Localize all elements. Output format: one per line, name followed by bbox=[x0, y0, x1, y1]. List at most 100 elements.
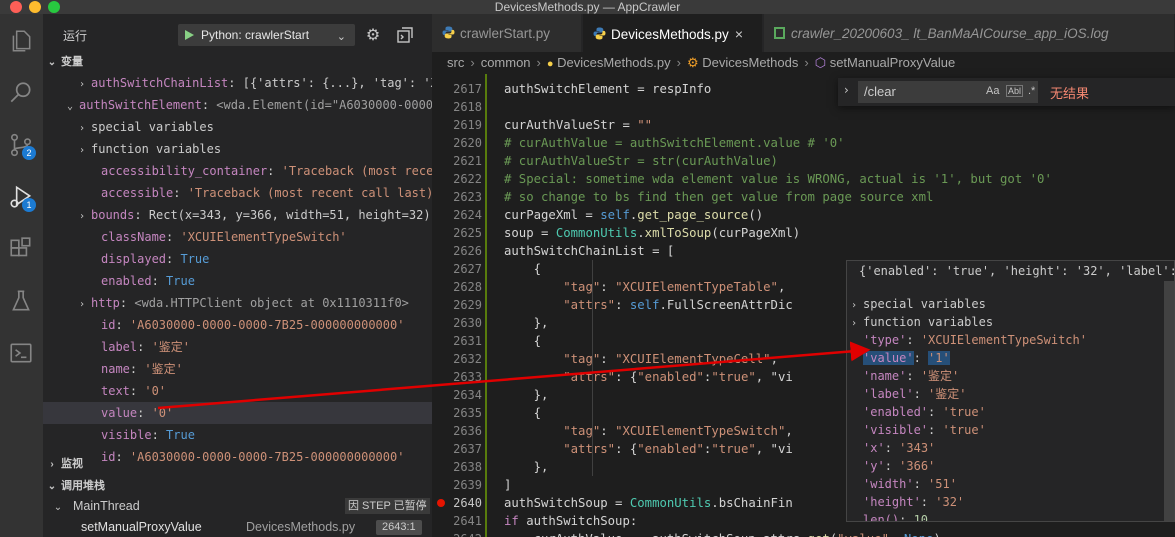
source-control-icon[interactable]: 2 bbox=[6, 130, 36, 160]
search-icon[interactable] bbox=[6, 78, 36, 108]
debug-console-icon[interactable] bbox=[395, 25, 415, 45]
breadcrumb-item[interactable]: DevicesMethods bbox=[702, 55, 798, 70]
launch-config-select[interactable]: Python: crawlerStart ⌄ bbox=[178, 24, 355, 46]
remote-explorer-icon[interactable] bbox=[6, 338, 36, 368]
run-debug-icon[interactable]: 1 bbox=[6, 182, 36, 212]
code-line: "tag": "XCUIElementTypeCell", bbox=[563, 352, 778, 366]
match-whole-word-toggle[interactable]: Abl bbox=[1006, 85, 1024, 97]
variable-name: authSwitchChainList bbox=[91, 76, 229, 90]
variable-row[interactable]: value: '0' bbox=[43, 402, 432, 424]
run-title: 运行 bbox=[63, 29, 88, 43]
variable-row[interactable]: accessibility_container: 'Traceback (mos… bbox=[43, 160, 432, 182]
chevron-right-icon[interactable]: › bbox=[79, 118, 91, 138]
variable-row[interactable]: displayed: True bbox=[43, 248, 432, 270]
hover-variable-row[interactable]: 'value': '1' bbox=[847, 349, 1167, 367]
chevron-right-icon[interactable]: › bbox=[79, 294, 91, 314]
variable-value: True bbox=[180, 252, 210, 266]
hover-variable-row[interactable]: 'y': '366' bbox=[847, 457, 1167, 475]
hover-value: 10 bbox=[913, 513, 929, 522]
chevron-right-icon[interactable]: › bbox=[79, 206, 91, 226]
hover-variable-row[interactable]: › function variables bbox=[847, 313, 1167, 331]
hover-variable-row[interactable]: 'label': '鉴定' bbox=[847, 385, 1167, 403]
variable-row[interactable]: › http: <wda.HTTPClient object at 0x11103… bbox=[43, 292, 432, 314]
hover-value: 'XCUIElementTypeSwitch' bbox=[920, 333, 1087, 347]
hover-separator: : bbox=[928, 423, 943, 437]
variables-section-header[interactable]: ⌄ 变量 bbox=[43, 52, 432, 72]
hover-value: '1' bbox=[928, 351, 950, 365]
source-control-badge: 2 bbox=[22, 146, 36, 160]
variable-row[interactable]: name: '鉴定' bbox=[43, 358, 432, 380]
start-debugging-icon[interactable] bbox=[185, 30, 194, 40]
hover-variable-row[interactable]: 'name': '鉴定' bbox=[847, 367, 1167, 385]
breadcrumb-item[interactable]: DevicesMethods.py bbox=[557, 55, 670, 70]
hover-value: '51' bbox=[928, 477, 957, 491]
chevron-right-icon[interactable]: › bbox=[844, 83, 849, 97]
variables-header-label: 变量 bbox=[61, 56, 83, 68]
explorer-icon[interactable] bbox=[6, 26, 36, 56]
breadcrumb-item[interactable]: setManualProxyValue bbox=[830, 55, 956, 70]
hover-variable-row[interactable]: 'visible': 'true' bbox=[847, 421, 1167, 439]
hover-variable-row[interactable]: 'type': 'XCUIElementTypeSwitch' bbox=[847, 331, 1167, 349]
variable-row[interactable]: className: 'XCUIElementTypeSwitch' bbox=[43, 226, 432, 248]
hover-variable-row[interactable]: len(): 10 bbox=[847, 511, 1167, 522]
hover-separator: : bbox=[906, 333, 921, 347]
hover-variable-row[interactable]: 'enabled': 'true' bbox=[847, 403, 1167, 421]
hover-separator: : bbox=[913, 477, 929, 491]
variable-row[interactable]: enabled: True bbox=[43, 270, 432, 292]
variable-row[interactable]: › function variables bbox=[43, 138, 432, 160]
variable-row[interactable]: › special variables bbox=[43, 116, 432, 138]
close-icon[interactable]: × bbox=[735, 14, 743, 54]
hover-variable-row[interactable]: 'x': '343' bbox=[847, 439, 1167, 457]
python-file-icon bbox=[442, 15, 455, 39]
breadcrumb-item[interactable]: src bbox=[447, 55, 464, 70]
watch-section-header[interactable]: › 监视 bbox=[43, 454, 432, 474]
tab-devicesmethods[interactable]: DevicesMethods.py × bbox=[583, 14, 763, 52]
callstack-section-header[interactable]: ⌄ 调用堆栈 bbox=[43, 476, 432, 496]
tab-crawler-log[interactable]: crawler_20200603_ lt_BanMaAICourse_app_i… bbox=[764, 14, 1175, 52]
chevron-down-icon: ⌄ bbox=[53, 502, 63, 513]
breakpoint-icon[interactable] bbox=[437, 499, 445, 507]
code-line: curPageXml = self.get_page_source() bbox=[504, 208, 764, 222]
hover-scrollbar[interactable] bbox=[1164, 281, 1174, 521]
hover-variable-row[interactable]: 'width': '51' bbox=[847, 475, 1167, 493]
tab-crawlerstart[interactable]: crawlerStart.py bbox=[432, 14, 582, 52]
hover-value: '366' bbox=[899, 459, 936, 473]
variable-separator: : bbox=[129, 384, 145, 398]
variable-row[interactable]: label: '鉴定' bbox=[43, 336, 432, 358]
line-number-gutter[interactable]: 2617 2618 2619 2620 2621 2622 2623 2624 2625 2626… bbox=[432, 74, 482, 537]
hover-separator: : bbox=[906, 369, 921, 383]
variable-row[interactable]: id: 'A6030000-0000-0000-7B25-00000000000… bbox=[43, 314, 432, 336]
hover-separator: : bbox=[913, 351, 929, 365]
extensions-icon[interactable] bbox=[6, 234, 36, 264]
match-case-toggle[interactable]: Aa bbox=[986, 85, 999, 97]
chevron-right-icon[interactable]: › bbox=[79, 74, 91, 94]
hover-key: 'y' bbox=[863, 459, 885, 473]
variable-name: bounds bbox=[91, 208, 135, 222]
hover-header[interactable]: {'enabled': 'true', 'height': '32', 'lab… bbox=[847, 261, 1174, 281]
chevron-right-icon[interactable]: › bbox=[79, 140, 91, 160]
testing-icon[interactable] bbox=[6, 286, 36, 316]
variable-row[interactable]: › bounds: Rect(x=343, y=366, width=51, he… bbox=[43, 204, 432, 226]
activity-bar: 2 1 bbox=[0, 14, 43, 537]
variable-name: text bbox=[101, 384, 130, 398]
callstack-frame-row[interactable]: setManualProxyValue DevicesMethods.py 26… bbox=[43, 517, 432, 537]
code-line: authSwitchSoup = CommonUtils.bsChainFin bbox=[504, 496, 793, 510]
gear-icon[interactable]: ⚙ bbox=[363, 25, 383, 45]
variable-value: '鉴定' bbox=[151, 340, 191, 354]
breadcrumb-item[interactable]: common bbox=[481, 55, 531, 70]
tab-label: crawlerStart.py bbox=[460, 26, 551, 41]
variable-row[interactable]: ⌄ authSwitchElement: <wda.Element(id="A60… bbox=[43, 94, 432, 116]
variable-row[interactable]: visible: True bbox=[43, 424, 432, 446]
variable-value: 'Traceback (most recent c... bbox=[281, 164, 432, 178]
variable-row[interactable]: text: '0' bbox=[43, 380, 432, 402]
hover-variable-row[interactable]: › special variables bbox=[847, 295, 1167, 313]
line-number: 2628 bbox=[453, 280, 482, 294]
use-regex-toggle[interactable]: .* bbox=[1028, 85, 1035, 97]
variable-row[interactable]: › authSwitchChainList: [{'attrs': {...}, … bbox=[43, 72, 432, 94]
variable-row[interactable]: accessible: 'Traceback (most recent call… bbox=[43, 182, 432, 204]
frame-file: DevicesMethods.py bbox=[246, 520, 356, 534]
hover-variable-row[interactable]: 'height': '32' bbox=[847, 493, 1167, 511]
callstack-thread-row[interactable]: ⌄ MainThread 因 STEP 已暂停 bbox=[43, 496, 432, 516]
chevron-down-icon[interactable]: ⌄ bbox=[67, 96, 79, 116]
variable-name: id bbox=[101, 318, 116, 332]
